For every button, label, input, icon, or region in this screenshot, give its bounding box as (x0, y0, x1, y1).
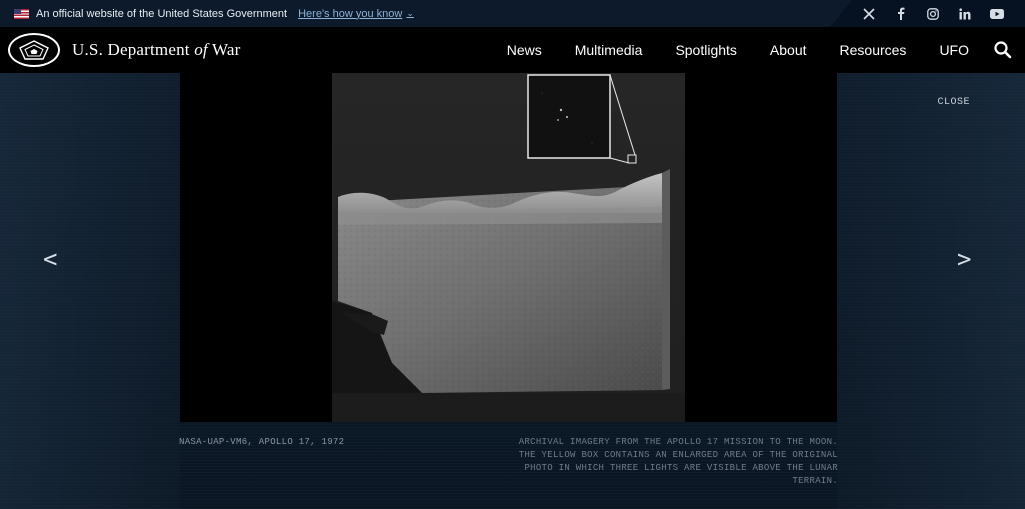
youtube-icon[interactable] (981, 0, 1013, 27)
gov-banner-text: An official website of the United States… (36, 7, 288, 20)
chevron-down-icon: ⌄ (406, 8, 414, 18)
nav-item-resources[interactable]: Resources (840, 42, 907, 58)
lightbox: CLOSE < > NASA-UAP-VM6, APOLLO 17, 1972 … (0, 73, 1025, 509)
lightbox-left-backdrop (0, 73, 180, 509)
previous-button[interactable]: < (43, 245, 57, 273)
instagram-icon[interactable] (917, 0, 949, 27)
us-flag-icon (14, 8, 29, 19)
site-title-suffix: War (207, 40, 241, 59)
nav-item-about[interactable]: About (770, 42, 807, 58)
linkedin-icon[interactable] (949, 0, 981, 27)
main-nav: News Multimedia Spotlights About Resourc… (474, 27, 969, 73)
heres-how-you-know-link[interactable]: Here's how you know ⌄ (298, 8, 414, 20)
nav-item-news[interactable]: News (507, 42, 542, 58)
nav-item-spotlights[interactable]: Spotlights (675, 42, 736, 58)
search-icon[interactable] (993, 40, 1013, 60)
image-description-caption: ARCHIVAL IMAGERY FROM THE APOLLO 17 MISS… (518, 437, 838, 486)
apollo-17-lunar-photo (332, 73, 685, 422)
next-button[interactable]: > (957, 245, 971, 273)
nav-item-ufo[interactable]: UFO (939, 42, 969, 58)
facebook-icon[interactable] (885, 0, 917, 27)
site-header: U.S. Department of War News Multimedia S… (0, 27, 1025, 73)
x-icon[interactable] (853, 0, 885, 27)
close-button[interactable]: CLOSE (937, 97, 970, 108)
heres-how-you-know-label: Here's how you know (298, 7, 403, 20)
site-title-of: of (194, 40, 208, 59)
lightbox-image-frame (180, 73, 837, 422)
department-seal-logo[interactable] (8, 33, 60, 67)
social-links (830, 0, 1025, 27)
image-id-caption: NASA-UAP-VM6, APOLLO 17, 1972 (179, 437, 345, 447)
nav-item-multimedia[interactable]: Multimedia (575, 42, 643, 58)
lightbox-right-backdrop (837, 73, 1025, 509)
site-title-prefix: U.S. Department (72, 40, 195, 59)
site-title[interactable]: U.S. Department of War (72, 40, 240, 60)
